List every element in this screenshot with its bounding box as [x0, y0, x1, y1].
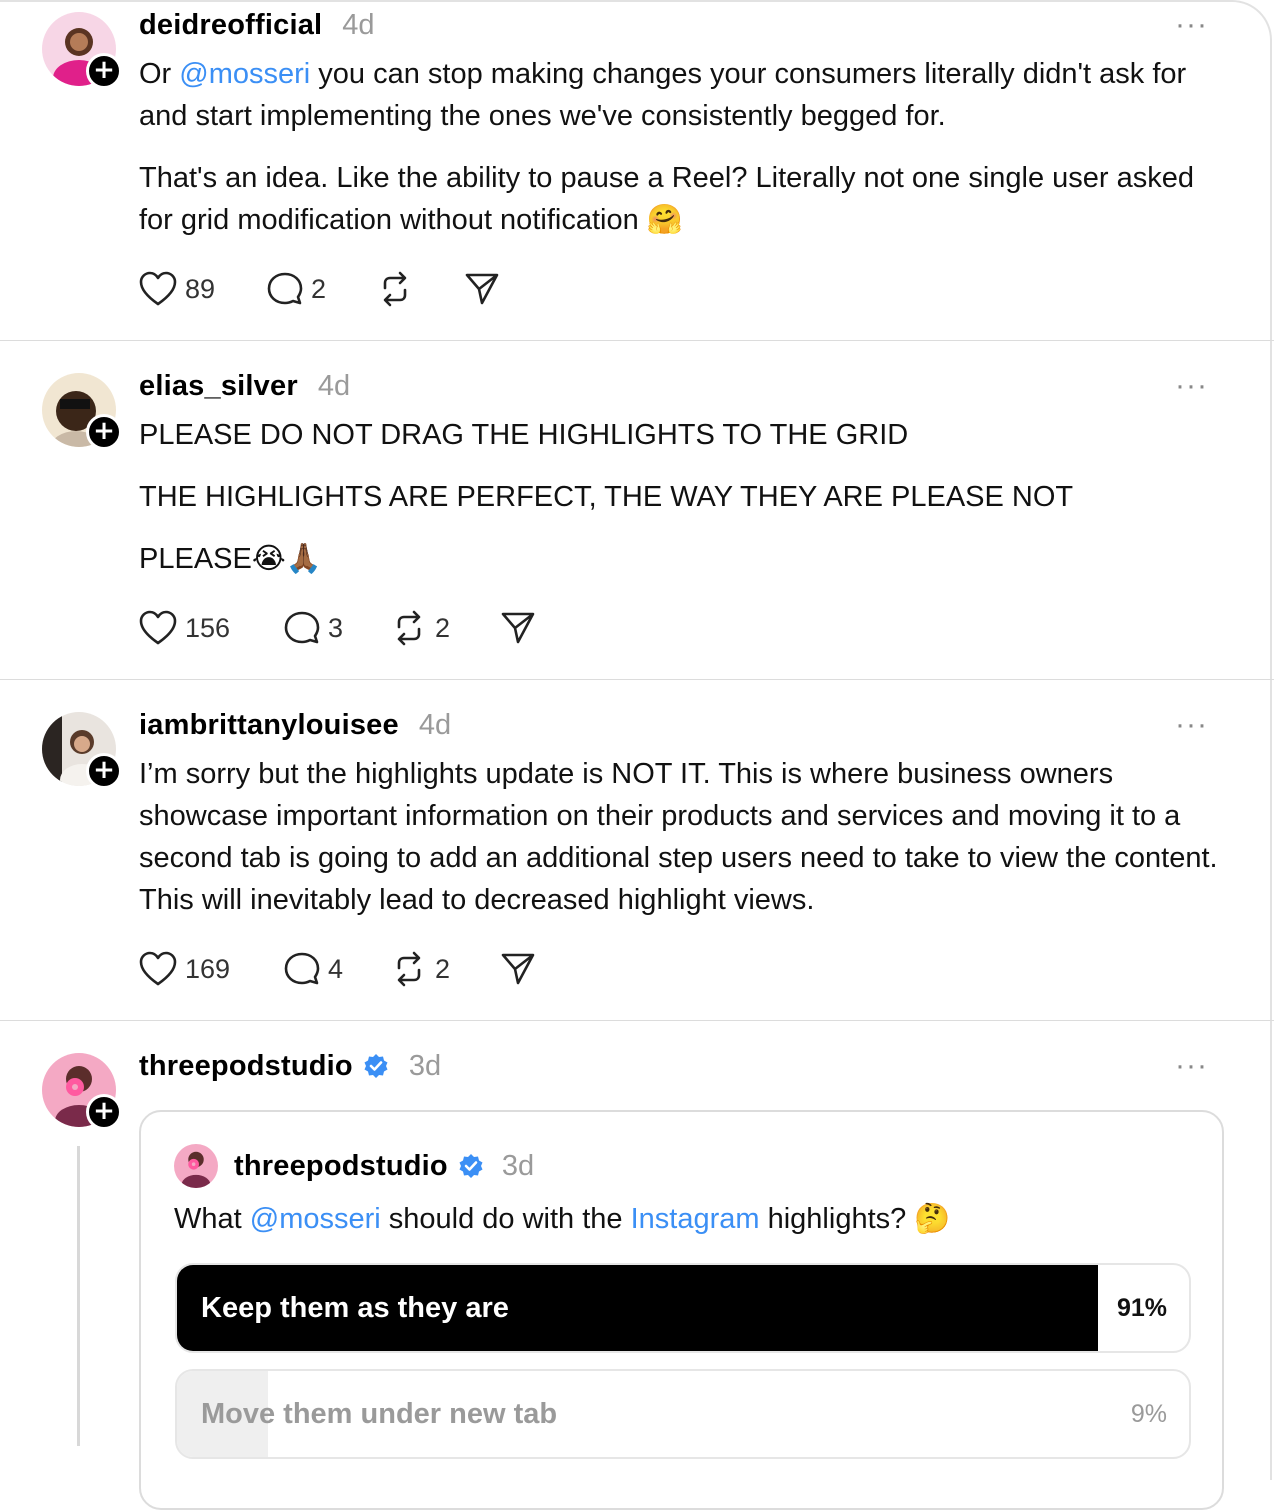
comment-icon — [284, 952, 320, 985]
timestamp[interactable]: 4d — [342, 9, 374, 42]
text-segment: Or — [139, 58, 180, 90]
post-header: iambrittanylouisee 4d — [139, 705, 451, 745]
follow-plus-icon[interactable]: + — [86, 1094, 122, 1130]
more-icon[interactable]: ··· — [1175, 708, 1208, 742]
action-bar: 89 2 — [139, 269, 499, 309]
poll-option-label: Keep them as they are — [201, 1292, 509, 1324]
comment-icon — [267, 272, 303, 305]
reply-button[interactable]: 4 — [284, 951, 391, 987]
quote-text: What @mosseri should do with the Instagr… — [174, 1198, 950, 1240]
reply-button[interactable]: 2 — [267, 271, 377, 307]
paragraph: I’m sorry but the highlights update is N… — [139, 758, 1218, 916]
repost-button[interactable] — [377, 271, 465, 307]
username[interactable]: iambrittanylouisee — [139, 709, 399, 742]
mention-link[interactable]: @mosseri — [250, 1203, 381, 1235]
more-icon[interactable]: ··· — [1175, 8, 1208, 42]
post-header: elias_silver 4d — [139, 366, 350, 406]
avatar[interactable]: + — [42, 712, 122, 789]
post-text: I’m sorry but the highlights update is N… — [139, 753, 1229, 921]
paragraph: PLEASE DO NOT DRAG THE HIGHLIGHTS TO THE… — [139, 419, 909, 451]
poll-option[interactable]: Keep them as they are 91% — [175, 1263, 1191, 1353]
heart-icon — [139, 610, 177, 645]
like-count: 89 — [185, 273, 216, 304]
username[interactable]: elias_silver — [139, 370, 298, 403]
reply-count: 4 — [328, 953, 344, 984]
share-button[interactable] — [501, 952, 535, 986]
follow-plus-icon[interactable]: + — [86, 753, 122, 789]
divider — [0, 1020, 1274, 1021]
post-header: deidreofficial 4d — [139, 5, 375, 45]
heart-icon — [139, 951, 177, 986]
poll-option[interactable]: Move them under new tab 9% — [175, 1369, 1191, 1459]
poll-option-percent: 91% — [1116, 1294, 1167, 1322]
avatar[interactable]: + — [42, 1053, 122, 1130]
like-button[interactable]: 169 — [139, 951, 284, 987]
heart-icon — [139, 271, 177, 306]
quoted-post-card[interactable]: threepodstudio 3d What @mosseri should d… — [139, 1110, 1224, 1510]
repost-icon — [397, 610, 421, 646]
repost-count: 2 — [435, 953, 451, 984]
action-bar: 169 4 2 — [139, 949, 535, 989]
poll-option-label: Move them under new tab — [201, 1398, 558, 1430]
like-count: 156 — [185, 612, 231, 643]
post-header: threepodstudio 3d — [139, 1046, 441, 1086]
share-icon — [501, 953, 535, 985]
timestamp[interactable]: 4d — [419, 709, 451, 742]
quote-avatar[interactable] — [174, 1144, 218, 1188]
paragraph: THE HIGHLIGHTS ARE PERFECT, THE WAY THEY… — [139, 481, 1074, 513]
divider — [0, 679, 1274, 680]
poll-option-percent: 9% — [1130, 1400, 1167, 1428]
share-icon — [465, 273, 499, 305]
paragraph: That's an idea. Like the ability to paus… — [139, 162, 1195, 236]
reply-button[interactable]: 3 — [284, 610, 391, 646]
quote-username[interactable]: threepodstudio — [234, 1150, 448, 1183]
timestamp[interactable]: 4d — [318, 370, 350, 403]
username[interactable]: threepodstudio — [139, 1050, 353, 1083]
like-button[interactable]: 156 — [139, 610, 284, 646]
share-icon — [501, 612, 535, 644]
quote-username-wrap[interactable]: threepodstudio — [234, 1150, 484, 1183]
follow-plus-icon[interactable]: + — [86, 414, 122, 450]
text-segment: highlights? 🤔 — [759, 1203, 951, 1235]
reply-count: 3 — [328, 612, 344, 643]
share-button[interactable] — [465, 272, 499, 306]
share-button[interactable] — [501, 611, 535, 645]
text-segment: should do with the — [380, 1203, 631, 1235]
text-segment: What — [174, 1203, 250, 1235]
quote-header: threepodstudio 3d — [234, 1146, 534, 1186]
post-text: Or @mosseri you can stop making changes … — [139, 53, 1229, 241]
avatar[interactable]: + — [42, 373, 122, 450]
more-icon[interactable]: ··· — [1175, 369, 1208, 403]
verified-icon — [364, 1054, 388, 1078]
comment-icon — [284, 611, 320, 644]
username-wrap[interactable]: threepodstudio — [139, 1050, 389, 1083]
repost-icon — [397, 951, 421, 987]
quote-timestamp[interactable]: 3d — [502, 1150, 534, 1183]
username[interactable]: deidreofficial — [139, 9, 322, 42]
thread-line — [77, 1146, 80, 1446]
like-count: 169 — [185, 953, 231, 984]
reply-count: 2 — [311, 273, 327, 304]
repost-icon — [383, 271, 407, 307]
avatar[interactable]: + — [42, 12, 122, 89]
like-button[interactable]: 89 — [139, 271, 267, 307]
repost-button[interactable]: 2 — [391, 610, 501, 646]
more-icon[interactable]: ··· — [1175, 1049, 1208, 1083]
divider — [0, 340, 1274, 341]
action-bar: 156 3 2 — [139, 608, 535, 648]
repost-count: 2 — [435, 612, 451, 643]
mention-link[interactable]: @mosseri — [179, 58, 310, 90]
post-text: PLEASE DO NOT DRAG THE HIGHLIGHTS TO THE… — [139, 414, 1229, 580]
repost-button[interactable]: 2 — [391, 951, 501, 987]
paragraph: PLEASE😭🙏🏾 — [139, 543, 322, 575]
hashtag-link[interactable]: Instagram — [631, 1203, 760, 1235]
verified-icon — [459, 1154, 483, 1178]
timestamp[interactable]: 3d — [409, 1050, 441, 1083]
follow-plus-icon[interactable]: + — [86, 53, 122, 89]
